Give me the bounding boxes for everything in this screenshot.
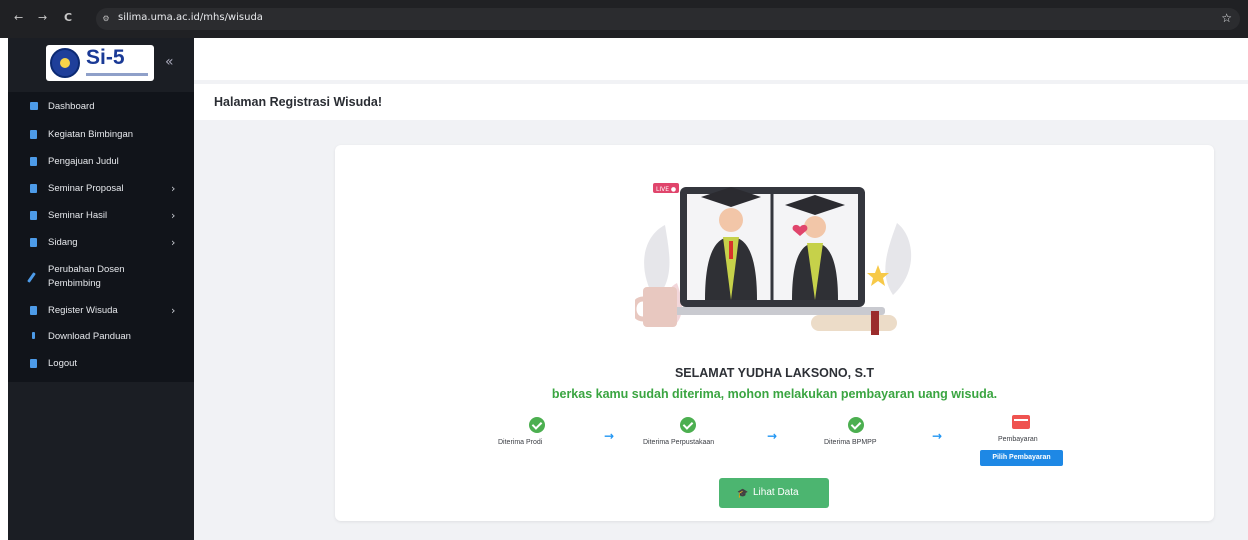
arrow-right-icon: → [932,429,943,443]
document-icon [30,238,37,247]
site-info-icon[interactable]: ⚙ [100,13,112,25]
sidebar-item-logout[interactable]: Logout [8,351,194,377]
sidebar-item-label: Kegiatan Bimbingan [48,129,134,140]
document-icon [30,184,37,193]
choose-payment-button[interactable]: Pilih Pembayaran [980,450,1063,466]
top-navbar [194,38,1248,80]
download-icon [32,332,35,339]
check-circle-icon [529,417,545,433]
sidebar-item-sidang[interactable]: Sidang › [8,230,194,256]
chevron-right-icon: › [171,236,176,249]
payment-card-icon [1012,415,1030,429]
chevron-right-icon: › [171,209,176,222]
chevron-right-icon: › [171,304,176,317]
back-icon[interactable]: ← [14,11,23,24]
sidebar-menu: Dashboard Kegiatan Bimbingan Pengajuan J… [8,92,194,382]
sidebar-item-kegiatan-bimbingan[interactable]: Kegiatan Bimbingan [8,122,194,148]
document-icon [30,211,37,220]
collapse-sidebar-icon[interactable]: « [165,54,174,70]
sidebar-item-label: Pengajuan Judul [48,156,119,167]
sidebar-item-label: Seminar Proposal [48,183,124,194]
sidebar-item-label: Logout [48,358,78,369]
check-circle-icon [680,417,696,433]
check-circle-icon [848,417,864,433]
status-message: berkas kamu sudah diterima, mohon melaku… [551,387,998,401]
sidebar-item-label: Register Wisuda [48,305,118,316]
logo-text: Si-5 [86,46,125,69]
app-logo[interactable]: Si-5 [46,45,154,81]
congratulation-heading: SELAMAT YUDHA LAKSONO, S.T [674,366,875,380]
sidebar-item-label: Download Panduan [48,331,131,342]
sidebar-item-register-wisuda[interactable]: Register Wisuda › [8,298,194,324]
step-label-prodi: Diterima Prodi [498,439,543,446]
arrow-right-icon: → [604,429,615,443]
registration-card: LIVE ● SELAMAT YUDHA LAKSONO, S.T berkas… [335,145,1214,521]
graduation-cap-icon: 🎓 [737,488,749,498]
pencil-icon [27,272,36,283]
bookmark-star-icon[interactable]: ☆ [1221,11,1232,25]
sidebar-item-perubahan-dosen[interactable]: Perubahan Dosen Pembimbing [8,258,194,292]
document-icon [30,157,37,166]
step-label-pembayaran: Pembayaran [998,436,1038,443]
university-emblem-icon [50,48,80,78]
sidebar-item-label: Dashboard [48,101,95,112]
logo-subtitle [86,73,148,76]
browser-toolbar: ← → C ⚙ silima.uma.ac.id/mhs/wisuda ☆ [0,0,1248,38]
sidebar-item-label: Seminar Hasil [48,210,108,221]
document-icon [30,306,37,315]
view-data-label: Lihat Data [753,487,799,498]
graduation-illustration: LIVE ● [635,183,912,335]
address-bar[interactable]: ⚙ silima.uma.ac.id/mhs/wisuda ☆ [96,8,1240,30]
page-title: Halaman Registrasi Wisuda! [214,95,382,109]
forward-icon[interactable]: → [38,11,47,24]
step-label-bpmpp: Diterima BPMPP [824,439,877,446]
url-text[interactable]: silima.uma.ac.id/mhs/wisuda [118,12,263,23]
sidebar-item-seminar-hasil[interactable]: Seminar Hasil › [8,203,194,229]
logout-icon [30,359,37,368]
dashboard-icon [30,102,38,110]
arrow-right-icon: → [767,429,778,443]
chevron-right-icon: › [171,182,176,195]
sidebar: Si-5 « Dashboard Kegiatan Bimbingan Peng… [8,38,194,540]
sidebar-header: Si-5 « [8,38,194,90]
sidebar-item-dashboard[interactable]: Dashboard [8,94,194,120]
live-badge-text: LIVE ● [656,186,676,193]
view-data-button[interactable]: 🎓 Lihat Data [719,478,829,508]
sidebar-item-label-line2: Pembimbing [48,278,101,289]
sidebar-item-seminar-proposal[interactable]: Seminar Proposal › [8,176,194,202]
sidebar-item-pengajuan-judul[interactable]: Pengajuan Judul [8,149,194,175]
sidebar-item-label: Sidang [48,237,78,248]
page-header: Halaman Registrasi Wisuda! [194,84,1248,120]
document-icon [30,130,37,139]
sidebar-item-label: Perubahan Dosen [48,264,125,275]
step-label-perpustakaan: Diterima Perpustakaan [643,439,715,446]
reload-icon[interactable]: C [64,11,72,24]
sidebar-item-download-panduan[interactable]: Download Panduan [8,324,194,350]
